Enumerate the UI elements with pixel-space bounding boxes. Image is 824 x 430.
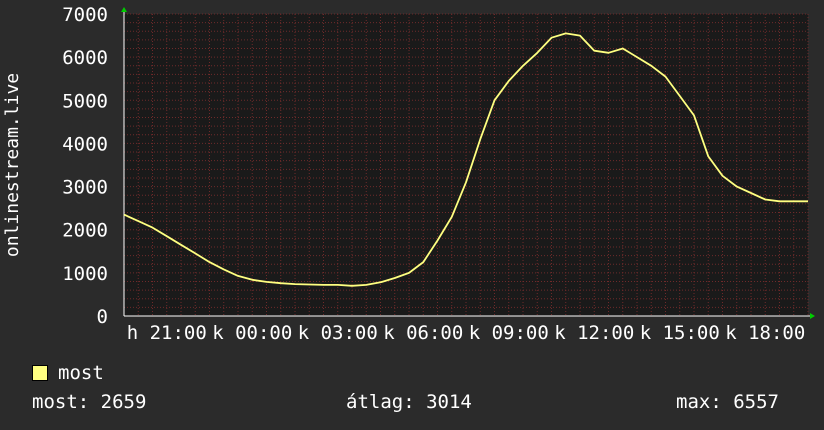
y-axis-arrow bbox=[121, 7, 127, 12]
stat-average: átlag: 3014 bbox=[346, 391, 472, 413]
y-tick-label: 2000 bbox=[62, 220, 108, 242]
y-tick-label: 1000 bbox=[62, 263, 108, 285]
x-tick-label: k 00:00 bbox=[212, 322, 292, 344]
legend-swatch bbox=[32, 365, 48, 381]
x-axis-arrow bbox=[810, 313, 815, 319]
stat-max: max: 6557 bbox=[676, 391, 779, 413]
y-axis-label: onlinestream.live bbox=[2, 73, 23, 257]
x-tick-label: k 18:00 bbox=[725, 322, 805, 344]
x-tick-label: h 21:00 bbox=[127, 322, 207, 344]
y-tick-label: 4000 bbox=[62, 133, 108, 155]
stat-current: most: 2659 bbox=[32, 391, 147, 413]
chart: 0 1000 2000 3000 4000 5000 6000 7000 h 21:00 k 00… bbox=[2, 4, 815, 344]
x-tick-label: k 15:00 bbox=[640, 322, 720, 344]
y-tick-label: 5000 bbox=[62, 90, 108, 112]
x-tick-label: k 06:00 bbox=[383, 322, 463, 344]
y-tick-label: 0 bbox=[97, 306, 108, 328]
x-tick-label: k 12:00 bbox=[554, 322, 634, 344]
x-tick-label: k 09:00 bbox=[469, 322, 549, 344]
y-tick-label: 6000 bbox=[62, 47, 108, 69]
legend-label: most bbox=[58, 362, 104, 384]
x-tick-label: k 03:00 bbox=[298, 322, 378, 344]
y-tick-label: 3000 bbox=[62, 177, 108, 199]
y-tick-label: 7000 bbox=[62, 4, 108, 26]
legend: most bbox=[32, 362, 104, 384]
